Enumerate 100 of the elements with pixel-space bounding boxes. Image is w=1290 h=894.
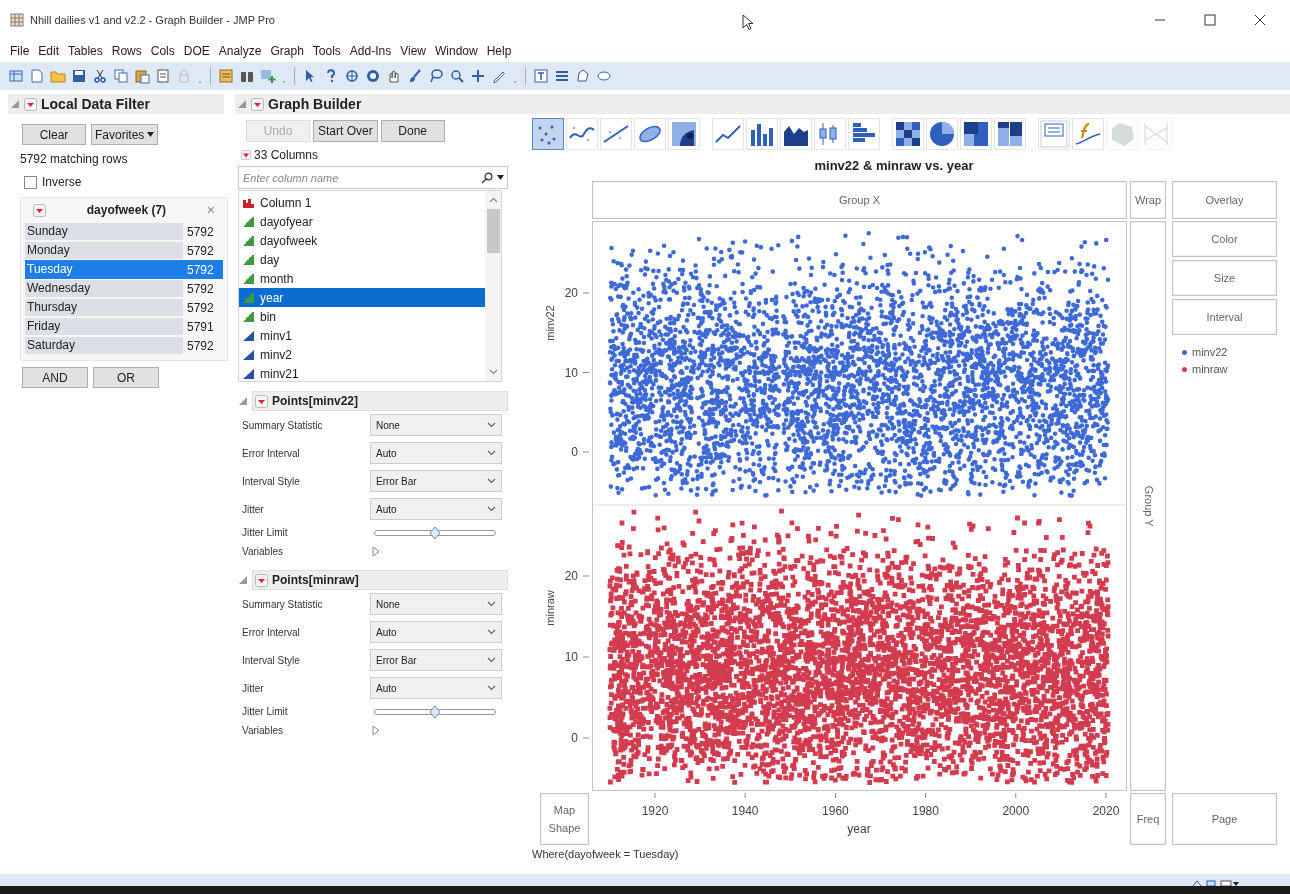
matching-rows-text: 5792 matching rows bbox=[20, 151, 129, 168]
hand-icon[interactable] bbox=[386, 68, 402, 84]
slider-track[interactable] bbox=[374, 529, 496, 536]
crosshair-icon[interactable] bbox=[344, 68, 360, 84]
option-dropdown[interactable]: Error Bar bbox=[370, 649, 502, 671]
menu-item[interactable]: Edit bbox=[38, 42, 60, 60]
lasso-icon[interactable] bbox=[428, 68, 444, 84]
menu-item[interactable]: Help bbox=[486, 42, 512, 60]
column-list-item[interactable]: minv2 bbox=[239, 345, 485, 364]
group-x-drop-zone[interactable]: Group X bbox=[592, 181, 1127, 219]
interval-drop-zone[interactable]: Interval bbox=[1172, 299, 1277, 335]
menu-item[interactable]: Cols bbox=[150, 42, 175, 60]
disclosure-triangle-icon[interactable] bbox=[10, 99, 20, 109]
target-icon[interactable] bbox=[365, 68, 381, 84]
column-list-item[interactable]: month bbox=[239, 269, 485, 288]
option-dropdown[interactable]: Auto bbox=[370, 621, 502, 643]
clipboard-icon[interactable] bbox=[155, 68, 171, 84]
option-dropdown[interactable]: Auto bbox=[370, 442, 502, 464]
wrap-drop-zone[interactable]: Wrap bbox=[1130, 181, 1166, 219]
menu-item[interactable]: Window bbox=[435, 42, 478, 60]
menu-item[interactable]: Tools bbox=[312, 42, 341, 60]
slider-track[interactable] bbox=[374, 708, 496, 715]
scroll-down-icon[interactable] bbox=[488, 369, 498, 375]
parallel-plot-icon bbox=[1142, 120, 1170, 148]
text-box-icon[interactable] bbox=[533, 68, 549, 84]
disclosure-triangle-icon[interactable] bbox=[238, 396, 248, 406]
formula-icon bbox=[1074, 120, 1102, 148]
close-icon[interactable] bbox=[1254, 14, 1266, 26]
expand-triangle-icon[interactable] bbox=[372, 546, 380, 557]
app-icon bbox=[10, 13, 24, 27]
toolbar-button[interactable]: Done bbox=[380, 120, 445, 142]
logic-button[interactable]: AND bbox=[22, 367, 88, 388]
menu-item[interactable]: Tables bbox=[68, 42, 103, 60]
caret-icon[interactable] bbox=[497, 175, 504, 180]
window-title: Nhill dailies v1 and v2.2 - Graph Builder - JMP Pro bbox=[30, 12, 275, 28]
slider-thumb[interactable] bbox=[429, 525, 441, 540]
save-icon[interactable] bbox=[71, 68, 87, 84]
option-label: Summary Statistic bbox=[242, 418, 324, 433]
scrollbar-thumb[interactable] bbox=[486, 209, 500, 253]
disclosure-triangle-icon[interactable] bbox=[238, 575, 248, 585]
option-dropdown[interactable]: None bbox=[370, 414, 502, 436]
scroll-up-icon[interactable] bbox=[488, 197, 498, 203]
overlay-drop-zone[interactable]: Overlay bbox=[1172, 181, 1277, 219]
column-list-item[interactable]: bin bbox=[239, 307, 485, 326]
option-dropdown[interactable]: None bbox=[370, 593, 502, 615]
brush-icon[interactable] bbox=[407, 68, 423, 84]
menu-triangle-icon[interactable] bbox=[241, 150, 251, 160]
column-list-item[interactable]: Column 1 bbox=[239, 193, 485, 212]
search-icon[interactable] bbox=[449, 68, 465, 84]
scissors-icon[interactable] bbox=[92, 68, 108, 84]
freq-drop-zone[interactable]: Freq bbox=[1130, 793, 1166, 845]
menu-item[interactable]: View bbox=[400, 42, 426, 60]
menu-item[interactable]: File bbox=[10, 42, 30, 60]
search-input[interactable]: Enter column name bbox=[243, 167, 477, 188]
chevron-down-icon bbox=[487, 450, 496, 456]
caption-box-icon bbox=[1040, 120, 1068, 148]
paste-icon[interactable] bbox=[134, 68, 150, 84]
chart-title: minv22 & minraw vs. year bbox=[814, 157, 974, 176]
filter-level-row[interactable]: Tuesday 5792 bbox=[25, 260, 223, 279]
copy-icon[interactable] bbox=[113, 68, 129, 84]
checkbox[interactable] bbox=[24, 175, 37, 189]
column-list-item[interactable]: dayofyear bbox=[239, 212, 485, 231]
disclosure-triangle-icon[interactable] bbox=[237, 99, 247, 109]
window-list-icon[interactable] bbox=[1220, 880, 1240, 886]
column-list-item[interactable]: minv1 bbox=[239, 326, 485, 345]
column-list-item[interactable]: dayofweek bbox=[239, 231, 485, 250]
slider-thumb[interactable] bbox=[429, 704, 441, 719]
chevron-down-icon bbox=[487, 478, 496, 484]
expand-triangle-icon[interactable] bbox=[372, 725, 380, 736]
option-dropdown[interactable]: Auto bbox=[370, 498, 502, 520]
maximize-icon[interactable] bbox=[1204, 14, 1216, 26]
group-y-drop-zone[interactable]: Group Y bbox=[1130, 221, 1166, 791]
lines-icon[interactable] bbox=[554, 68, 570, 84]
column-list-item[interactable]: day bbox=[239, 250, 485, 269]
map-shape-drop-zone[interactable]: Map Shape bbox=[540, 793, 589, 845]
column-list-item[interactable]: minv21 bbox=[239, 364, 485, 383]
document-icon[interactable] bbox=[29, 68, 45, 84]
favorites-dropdown[interactable]: Favorites bbox=[91, 124, 159, 145]
option-dropdown[interactable]: Auto bbox=[370, 677, 502, 699]
menu-item[interactable]: Graph bbox=[270, 42, 304, 60]
ellipse-icon[interactable] bbox=[596, 68, 612, 84]
menu-item[interactable]: Rows bbox=[111, 42, 142, 60]
add-icon[interactable] bbox=[260, 68, 276, 84]
option-dropdown[interactable]: Error Bar bbox=[370, 470, 502, 492]
size-drop-zone[interactable]: Size bbox=[1172, 260, 1277, 296]
plus-icon[interactable] bbox=[470, 68, 486, 84]
clear-button[interactable]: Clear bbox=[22, 124, 86, 145]
menu-item[interactable]: Add-Ins bbox=[349, 42, 392, 60]
polygon-icon[interactable] bbox=[575, 68, 591, 84]
menu-item[interactable]: Analyze bbox=[218, 42, 262, 60]
report-icon[interactable] bbox=[218, 68, 234, 84]
logic-button[interactable]: OR bbox=[93, 367, 159, 388]
color-drop-zone[interactable]: Color bbox=[1172, 221, 1277, 257]
page-drop-zone[interactable]: Page bbox=[1172, 793, 1277, 845]
menu-item[interactable]: DOE bbox=[183, 42, 210, 60]
column-list-item[interactable]: year bbox=[239, 288, 485, 307]
toolbar-button[interactable]: Start Over bbox=[313, 120, 378, 142]
search-icon[interactable] bbox=[481, 171, 493, 184]
table-icon[interactable] bbox=[8, 68, 24, 84]
search-field[interactable]: Enter column name bbox=[238, 166, 508, 189]
